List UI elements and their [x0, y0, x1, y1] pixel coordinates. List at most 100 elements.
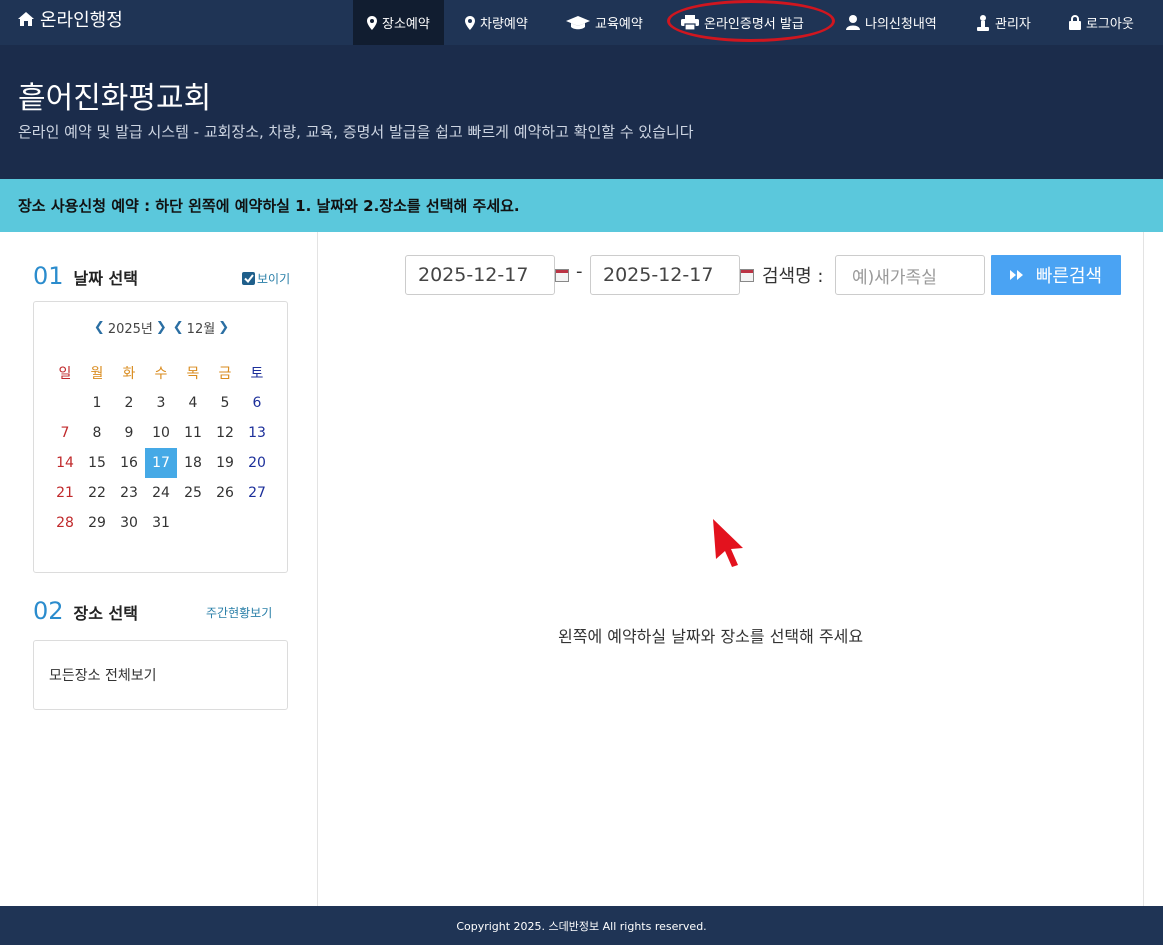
calendar-day[interactable]: 5	[209, 388, 241, 418]
calendar-day[interactable]: 29	[81, 508, 113, 538]
calendar-day[interactable]: 1	[81, 388, 113, 418]
calendar-icon[interactable]	[740, 269, 754, 282]
quick-search-label: 빠른검색	[1035, 266, 1103, 287]
calendar-week: 28 29 30 31	[49, 508, 273, 538]
weekday-label: 월	[90, 366, 104, 382]
calendar-day[interactable]: 4	[177, 388, 209, 418]
calendar-day-selected[interactable]: 17	[145, 448, 177, 478]
calendar-day[interactable]: 28	[49, 508, 81, 538]
nav-item-label: 온라인증명서 발급	[704, 17, 804, 32]
calendar-day[interactable]: 30	[113, 508, 145, 538]
calendar-month: 12월	[186, 322, 216, 337]
date-separator: -	[576, 261, 583, 282]
map-marker-icon	[465, 15, 475, 30]
next-month-icon[interactable]: ❯	[218, 320, 229, 335]
nav-item-label: 나의신청내역	[865, 17, 937, 32]
weekday-label: 목	[186, 366, 200, 382]
prev-month-icon[interactable]: ❮	[173, 320, 184, 335]
calendar-day[interactable]: 23	[113, 478, 145, 508]
search-input[interactable]: 예)새가족실	[835, 255, 985, 295]
calendar-day[interactable]: 21	[49, 478, 81, 508]
calendar-day[interactable]: 16	[113, 448, 145, 478]
nav-item-vehicle-reservation[interactable]: 차량예약	[451, 0, 542, 45]
calendar-day[interactable]: 24	[145, 478, 177, 508]
calendar-toggle-label: 보이기	[257, 272, 291, 286]
left-panel: 01 날짜 선택 보이기 ❮ 2025년 ❯ ❮ 12월 ❯ 일 월 화 수 목…	[0, 232, 318, 906]
checkbox-icon	[242, 272, 255, 285]
all-places-button[interactable]: 모든장소 전체보기	[33, 640, 288, 710]
map-marker-icon	[367, 15, 377, 30]
place-section-number: 02	[33, 597, 64, 625]
nav-item-logout[interactable]: 로그아웃	[1055, 0, 1148, 45]
home-icon	[18, 12, 34, 26]
calendar-day[interactable]: 15	[81, 448, 113, 478]
content-border	[1143, 232, 1144, 906]
nav-item-label: 차량예약	[480, 17, 528, 32]
admin-icon	[977, 14, 989, 31]
calendar-day[interactable]: 13	[241, 418, 273, 448]
end-date-input[interactable]: 2025-12-17	[590, 255, 740, 295]
start-date-input[interactable]: 2025-12-17	[405, 255, 555, 295]
calendar-day[interactable]: 10	[145, 418, 177, 448]
calendar-day[interactable]: 3	[145, 388, 177, 418]
date-section-number: 01	[33, 262, 64, 290]
calendar-day[interactable]: 25	[177, 478, 209, 508]
nav-item-place-reservation[interactable]: 장소예약	[353, 0, 444, 45]
calendar-day[interactable]: 6	[241, 388, 273, 418]
calendar-grid: 일 월 화 수 목 금 토 1 2 3 4 5 6 7 8 9 10 11 12…	[49, 358, 273, 538]
weekday-label: 금	[218, 366, 232, 382]
calendar-icon[interactable]	[555, 269, 569, 282]
next-year-icon[interactable]: ❯	[156, 320, 167, 335]
nav-item-label: 장소예약	[382, 17, 430, 32]
calendar-day[interactable]: 27	[241, 478, 273, 508]
calendar-day	[177, 508, 209, 538]
page-title: 흩어진화평교회	[18, 81, 212, 116]
user-icon	[846, 15, 860, 30]
calendar-day[interactable]: 14	[49, 448, 81, 478]
calendar-nav: ❮ 2025년 ❯ ❮ 12월 ❯	[34, 318, 289, 337]
brand-link[interactable]: 온라인행정	[18, 0, 123, 38]
nav-item-my-applications[interactable]: 나의신청내역	[832, 0, 951, 45]
prev-year-icon[interactable]: ❮	[94, 320, 105, 335]
date-section-header: 01 날짜 선택	[33, 262, 138, 290]
nav-item-label: 로그아웃	[1086, 17, 1134, 32]
nav-item-label: 관리자	[995, 17, 1031, 32]
calendar-day[interactable]: 8	[81, 418, 113, 448]
calendar-day[interactable]: 31	[145, 508, 177, 538]
nav-item-label: 교육예약	[595, 17, 643, 32]
calendar-day[interactable]: 18	[177, 448, 209, 478]
calendar-week: 1 2 3 4 5 6	[49, 388, 273, 418]
search-name-label: 검색명 :	[762, 266, 824, 287]
quick-search-button[interactable]: 빠른검색	[991, 255, 1121, 295]
place-section-title: 장소 선택	[73, 604, 138, 623]
calendar-day[interactable]: 2	[113, 388, 145, 418]
fast-forward-icon	[1009, 270, 1023, 280]
calendar: ❮ 2025년 ❯ ❮ 12월 ❯ 일 월 화 수 목 금 토 1 2 3 4	[33, 301, 288, 573]
calendar-toggle[interactable]: 보이기	[242, 270, 290, 287]
notice-bar: 장소 사용신청 예약 : 하단 왼쪽에 예약하실 1. 날짜와 2.장소를 선택…	[0, 179, 1163, 232]
calendar-day[interactable]: 9	[113, 418, 145, 448]
calendar-day[interactable]: 20	[241, 448, 273, 478]
calendar-day[interactable]: 11	[177, 418, 209, 448]
weekday-row: 일 월 화 수 목 금 토	[49, 358, 273, 388]
calendar-day[interactable]: 22	[81, 478, 113, 508]
footer: Copyright 2025. 스데반정보 All rights reserve…	[0, 906, 1163, 945]
hero-banner: 흩어진화평교회 온라인 예약 및 발급 시스템 - 교회장소, 차량, 교육, …	[0, 45, 1163, 179]
top-navbar: 온라인행정 장소예약 차량예약 교육예약 온라인증명서 발급 나의신청내역 관리…	[0, 0, 1163, 45]
calendar-day	[49, 388, 81, 418]
weekly-status-link[interactable]: 주간현황보기	[206, 604, 272, 621]
nav-item-certificate-issue[interactable]: 온라인증명서 발급	[667, 0, 818, 45]
weekday-label: 화	[122, 366, 136, 382]
weekday-label: 일	[58, 366, 72, 382]
calendar-day[interactable]: 12	[209, 418, 241, 448]
calendar-day[interactable]: 26	[209, 478, 241, 508]
lock-icon	[1069, 15, 1081, 30]
nav-item-admin[interactable]: 관리자	[962, 0, 1045, 45]
calendar-day[interactable]: 7	[49, 418, 81, 448]
nav-item-education-reservation[interactable]: 교육예약	[552, 0, 657, 45]
calendar-day	[241, 508, 273, 538]
calendar-year: 2025년	[107, 322, 153, 337]
weekday-label: 토	[250, 366, 264, 382]
calendar-day[interactable]: 19	[209, 448, 241, 478]
mouse-cursor-icon	[713, 519, 743, 567]
